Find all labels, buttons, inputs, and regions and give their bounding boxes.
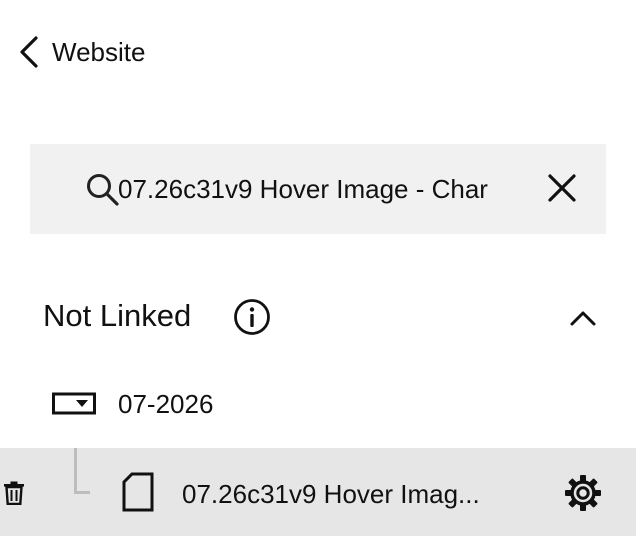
back-link[interactable]: Website (18, 34, 145, 70)
search-icon (85, 172, 121, 208)
tree-connector (74, 448, 90, 494)
folder-item[interactable]: 07-2026 (0, 378, 636, 432)
chevron-up-icon[interactable] (567, 302, 599, 334)
search-input[interactable] (118, 167, 518, 211)
trash-icon[interactable] (3, 481, 25, 506)
page-item[interactable]: 07.26c31v9 Hover Imag... (0, 448, 636, 536)
page-label: 07.26c31v9 Hover Imag... (182, 479, 480, 509)
search-box (30, 144, 606, 234)
gear-icon[interactable] (564, 474, 602, 512)
section-title: Not Linked (43, 298, 192, 333)
chevron-left-icon (18, 35, 40, 69)
folder-label: 07-2026 (118, 389, 214, 419)
section-header-not-linked[interactable]: Not Linked (43, 292, 603, 342)
info-icon[interactable] (233, 298, 271, 336)
page-icon (122, 472, 154, 512)
close-icon[interactable] (544, 170, 580, 206)
folder-dropdown-icon (52, 391, 96, 417)
back-link-label: Website (52, 36, 146, 67)
